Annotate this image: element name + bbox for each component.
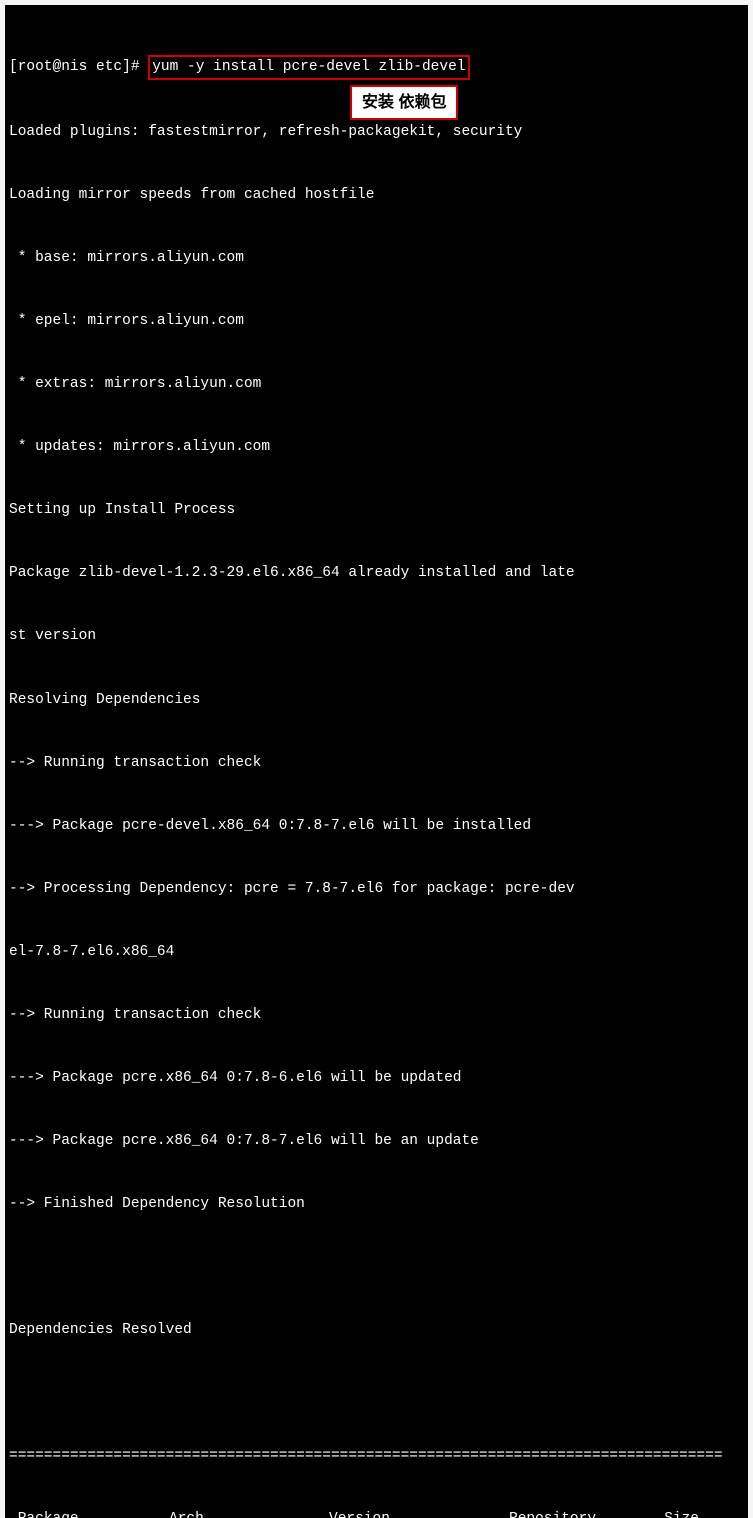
output-line: --> Running transaction check xyxy=(9,753,744,774)
output-line: el-7.8-7.el6.x86_64 xyxy=(9,942,744,963)
output-line: ---> Package pcre.x86_64 0:7.8-7.el6 wil… xyxy=(9,1131,744,1152)
output-line: ---> Package pcre.x86_64 0:7.8-6.el6 wil… xyxy=(9,1068,744,1089)
output-line: Loaded plugins: fastestmirror, refresh-p… xyxy=(9,122,744,143)
blank-line xyxy=(9,1257,744,1278)
output-line: --> Processing Dependency: pcre = 7.8-7.… xyxy=(9,879,744,900)
output-line: Package zlib-devel-1.2.3-29.el6.x86_64 a… xyxy=(9,563,744,584)
output-line: * base: mirrors.aliyun.com xyxy=(9,248,744,269)
output-line: * updates: mirrors.aliyun.com xyxy=(9,437,744,458)
divider: ========================================… xyxy=(9,1446,744,1467)
prompt-line[interactable]: [root@nis etc]# yum -y install pcre-deve… xyxy=(9,55,744,80)
header-repo: Repository xyxy=(509,1509,639,1518)
output-line: ---> Package pcre-devel.x86_64 0:7.8-7.e… xyxy=(9,816,744,837)
output-line: Resolving Dependencies xyxy=(9,690,744,711)
output-line: --> Finished Dependency Resolution xyxy=(9,1194,744,1215)
output-line: * extras: mirrors.aliyun.com xyxy=(9,374,744,395)
output-line: --> Running transaction check xyxy=(9,1005,744,1026)
annotation-label: 安装 依赖包 xyxy=(350,85,458,120)
blank-line xyxy=(9,1383,744,1404)
table-header-row: Package Arch Version Repository Size xyxy=(9,1509,744,1518)
shell-prompt: [root@nis etc]# xyxy=(9,59,148,75)
output-line: Setting up Install Process xyxy=(9,500,744,521)
header-size: Size xyxy=(639,1509,699,1518)
output-line: * epel: mirrors.aliyun.com xyxy=(9,311,744,332)
output-line: st version xyxy=(9,626,744,647)
terminal-window: [root@nis etc]# yum -y install pcre-deve… xyxy=(5,5,748,1518)
header-arch: Arch xyxy=(169,1509,329,1518)
output-line: Dependencies Resolved xyxy=(9,1320,744,1341)
command-highlight: yum -y install pcre-devel zlib-devel xyxy=(148,55,469,80)
header-version: Version xyxy=(329,1509,509,1518)
output-line: Loading mirror speeds from cached hostfi… xyxy=(9,185,744,206)
header-package: Package xyxy=(9,1509,169,1518)
